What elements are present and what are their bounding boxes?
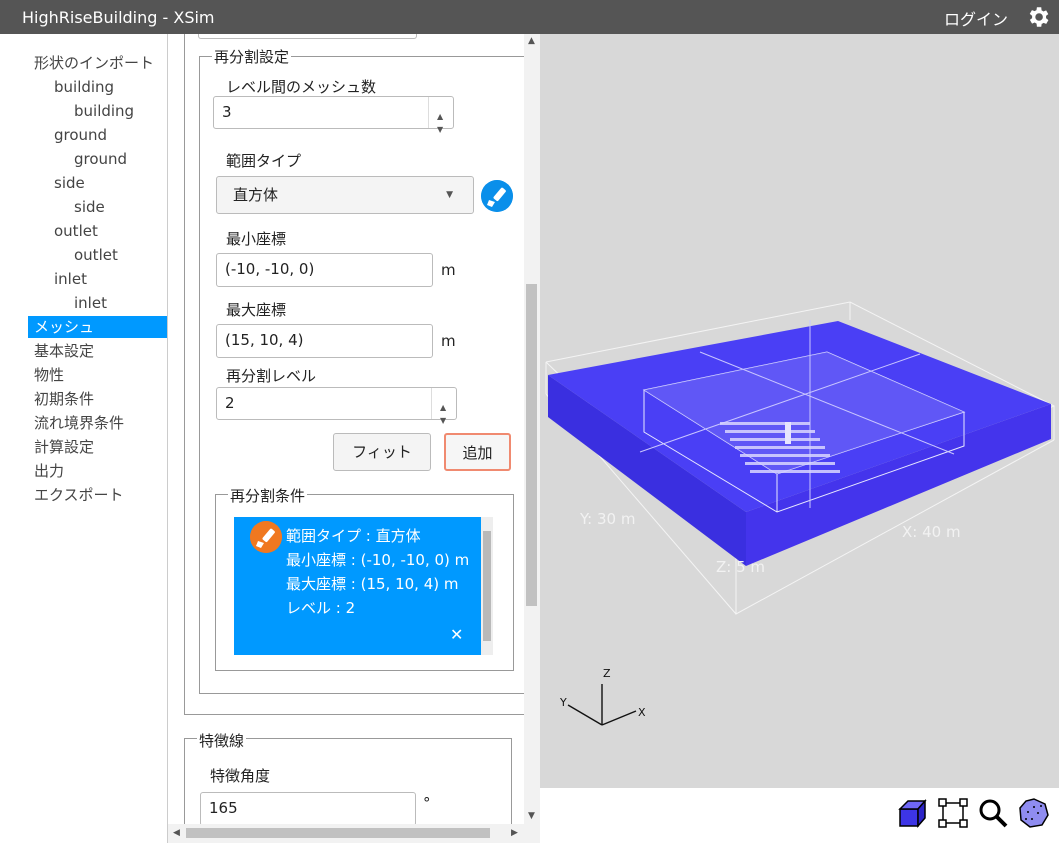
tree-item-ground-child[interactable]: ground bbox=[74, 148, 127, 170]
tree-item-building-child[interactable]: building bbox=[74, 100, 134, 122]
axis-z-label: Z bbox=[603, 667, 611, 680]
fit-button[interactable]: フィット bbox=[333, 433, 431, 471]
tree-item-side-child[interactable]: side bbox=[74, 196, 105, 218]
feature-line-legend: 特徴線 bbox=[197, 730, 247, 751]
tree-item-output[interactable]: 出力 bbox=[34, 460, 64, 482]
feature-angle-input[interactable]: 165 bbox=[200, 792, 416, 824]
scroll-down-icon[interactable]: ▼ bbox=[528, 811, 535, 821]
range-type-value: 直方体 bbox=[233, 186, 279, 204]
3d-viewport[interactable]: Y: 30 m X: 40 m Z: 5 m Z X Y bbox=[540, 34, 1059, 788]
min-coord-input[interactable]: (-10, -10, 0) bbox=[216, 253, 433, 287]
max-coord-value: (15, 10, 4) bbox=[225, 331, 304, 349]
chevron-down-icon: ▼ bbox=[446, 190, 453, 200]
tree-item-export[interactable]: エクスポート bbox=[34, 484, 124, 506]
max-coord-label: 最大座標 bbox=[226, 301, 287, 319]
stepper-down-icon[interactable]: ▼ bbox=[440, 405, 446, 436]
refine-condition-card[interactable]: 範囲タイプ : 直方体 最小座標 : (-10, -10, 0) m 最大座標 … bbox=[234, 517, 481, 655]
sidebar-tree: 形状のインポート building building ground ground… bbox=[0, 34, 168, 843]
tree-item-initial-conditions[interactable]: 初期条件 bbox=[34, 388, 94, 410]
min-coord-unit: m bbox=[441, 261, 456, 279]
tree-item-side[interactable]: side bbox=[54, 172, 85, 194]
feature-angle-value: 165 bbox=[209, 799, 238, 817]
cube-view-icon[interactable] bbox=[896, 797, 928, 829]
mesh-view: Y: 30 m X: 40 m Z: 5 m Z X Y bbox=[545, 301, 1056, 726]
condition-max-coord: 最大座標 : (15, 10, 4) m bbox=[286, 575, 459, 593]
tree-item-outlet[interactable]: outlet bbox=[54, 220, 98, 242]
scroll-up-icon[interactable]: ▲ bbox=[528, 36, 535, 46]
feature-angle-label: 特徴角度 bbox=[210, 767, 271, 785]
title-bar: HighRiseBuilding - XSim ログイン bbox=[0, 0, 1059, 34]
refine-level-stepper[interactable]: ▲ ▼ bbox=[431, 388, 456, 425]
refine-settings-legend: 再分割設定 bbox=[212, 46, 292, 67]
panel-horizontal-scrollbar[interactable]: ◀ ▶ bbox=[168, 824, 540, 843]
card-list-scrollbar-thumb[interactable] bbox=[483, 531, 491, 641]
tree-item-outlet-child[interactable]: outlet bbox=[74, 244, 118, 266]
sphere-icon[interactable] bbox=[1018, 797, 1050, 829]
range-type-select[interactable]: 直方体 ▼ bbox=[216, 176, 474, 214]
stepper-down-icon[interactable]: ▼ bbox=[437, 114, 443, 145]
min-coord-label: 最小座標 bbox=[226, 230, 287, 248]
axis-y-label: Y bbox=[559, 696, 567, 709]
condition-range-type: 範囲タイプ : 直方体 bbox=[286, 527, 421, 545]
tree-item-building[interactable]: building bbox=[54, 76, 114, 98]
condition-min-coord: 最小座標 : (-10, -10, 0) m bbox=[286, 551, 470, 569]
panel-vertical-scrollbar[interactable]: ▲ ▼ bbox=[524, 34, 540, 824]
window-title: HighRiseBuilding - XSim bbox=[22, 8, 215, 27]
mesh-between-levels-label: レベル間のメッシュ数 bbox=[226, 78, 377, 96]
dim-y-label: Y: 30 m bbox=[579, 510, 635, 528]
scroll-right-icon[interactable]: ▶ bbox=[511, 828, 518, 838]
mesh-between-levels-stepper[interactable]: ▲ ▼ bbox=[428, 97, 453, 134]
feature-angle-unit: ° bbox=[423, 794, 431, 812]
card-list-scrollbar[interactable] bbox=[481, 517, 493, 655]
max-coord-input[interactable]: (15, 10, 4) bbox=[216, 324, 433, 358]
zoom-icon[interactable] bbox=[977, 797, 1009, 829]
panel-horizontal-scrollbar-thumb[interactable] bbox=[186, 828, 490, 838]
refine-level-value: 2 bbox=[225, 394, 235, 412]
panel-vertical-scrollbar-thumb[interactable] bbox=[526, 284, 537, 606]
scroll-left-icon[interactable]: ◀ bbox=[173, 828, 180, 838]
tree-item-import[interactable]: 形状のインポート bbox=[34, 52, 154, 74]
tree-item-ground[interactable]: ground bbox=[54, 124, 107, 146]
min-coord-value: (-10, -10, 0) bbox=[225, 260, 315, 278]
brush-select-icon[interactable] bbox=[481, 180, 513, 212]
login-link[interactable]: ログイン bbox=[944, 6, 1008, 30]
brush-icon bbox=[250, 521, 282, 553]
refine-level-input[interactable]: 2 ▲ ▼ bbox=[216, 387, 457, 425]
refine-conditions-legend: 再分割条件 bbox=[228, 485, 308, 506]
fit-frame-icon[interactable] bbox=[937, 797, 969, 829]
settings-panel: 再分割設定 レベル間のメッシュ数 3 ▲ ▼ 範囲タイプ 直方体 ▼ 最小座標 … bbox=[168, 34, 524, 824]
gear-icon[interactable] bbox=[1025, 4, 1051, 30]
condition-level: レベル : 2 bbox=[286, 599, 356, 617]
add-button[interactable]: 追加 bbox=[444, 433, 511, 471]
close-icon[interactable]: ✕ bbox=[450, 625, 463, 644]
viewport-toolbar bbox=[540, 788, 1059, 843]
max-coord-unit: m bbox=[441, 332, 456, 350]
tree-item-basic-settings[interactable]: 基本設定 bbox=[34, 340, 94, 362]
axis-triad bbox=[567, 684, 637, 726]
tree-item-inlet-child[interactable]: inlet bbox=[74, 292, 107, 314]
tree-item-calc-settings[interactable]: 計算設定 bbox=[34, 436, 94, 458]
refine-level-label: 再分割レベル bbox=[226, 367, 317, 385]
tree-item-properties[interactable]: 物性 bbox=[34, 364, 64, 386]
mesh-between-levels-input[interactable]: 3 ▲ ▼ bbox=[213, 96, 454, 134]
tree-item-mesh[interactable]: メッシュ bbox=[28, 316, 167, 338]
range-type-label: 範囲タイプ bbox=[226, 152, 302, 170]
dim-z-label: Z: 5 m bbox=[716, 558, 765, 576]
tree-item-flow-boundary[interactable]: 流れ境界条件 bbox=[34, 412, 124, 434]
axis-x-label: X bbox=[638, 706, 646, 719]
dim-x-label: X: 40 m bbox=[902, 523, 961, 541]
tree-item-inlet[interactable]: inlet bbox=[54, 268, 87, 290]
mesh-between-levels-value: 3 bbox=[222, 103, 232, 121]
